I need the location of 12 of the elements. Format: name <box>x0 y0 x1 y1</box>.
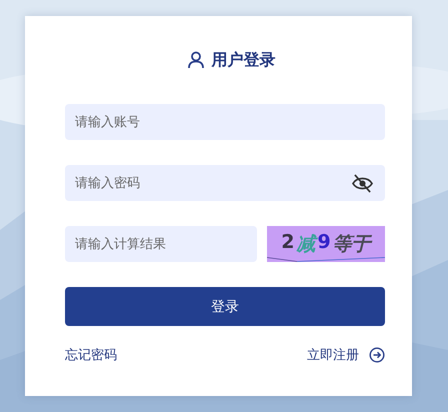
user-icon <box>188 51 204 69</box>
login-button[interactable]: 登录 <box>65 287 385 326</box>
captcha-image[interactable]: 2减9 等于 <box>267 226 385 262</box>
forgot-password-link[interactable]: 忘记密码 <box>65 346 117 364</box>
input-field[interactable]: 请输入密码 <box>65 165 385 201</box>
register-link[interactable]: 立即注册 <box>307 346 385 364</box>
captcha-text: 2减9 等于 <box>281 231 371 257</box>
eye-slash-icon[interactable] <box>352 174 373 193</box>
input-field[interactable]: 请输入计算结果 <box>65 226 257 262</box>
input-field[interactable]: 请输入账号 <box>65 104 385 140</box>
arrow-circle-icon[interactable] <box>369 347 385 363</box>
login-title: 用户登录 <box>212 50 276 70</box>
